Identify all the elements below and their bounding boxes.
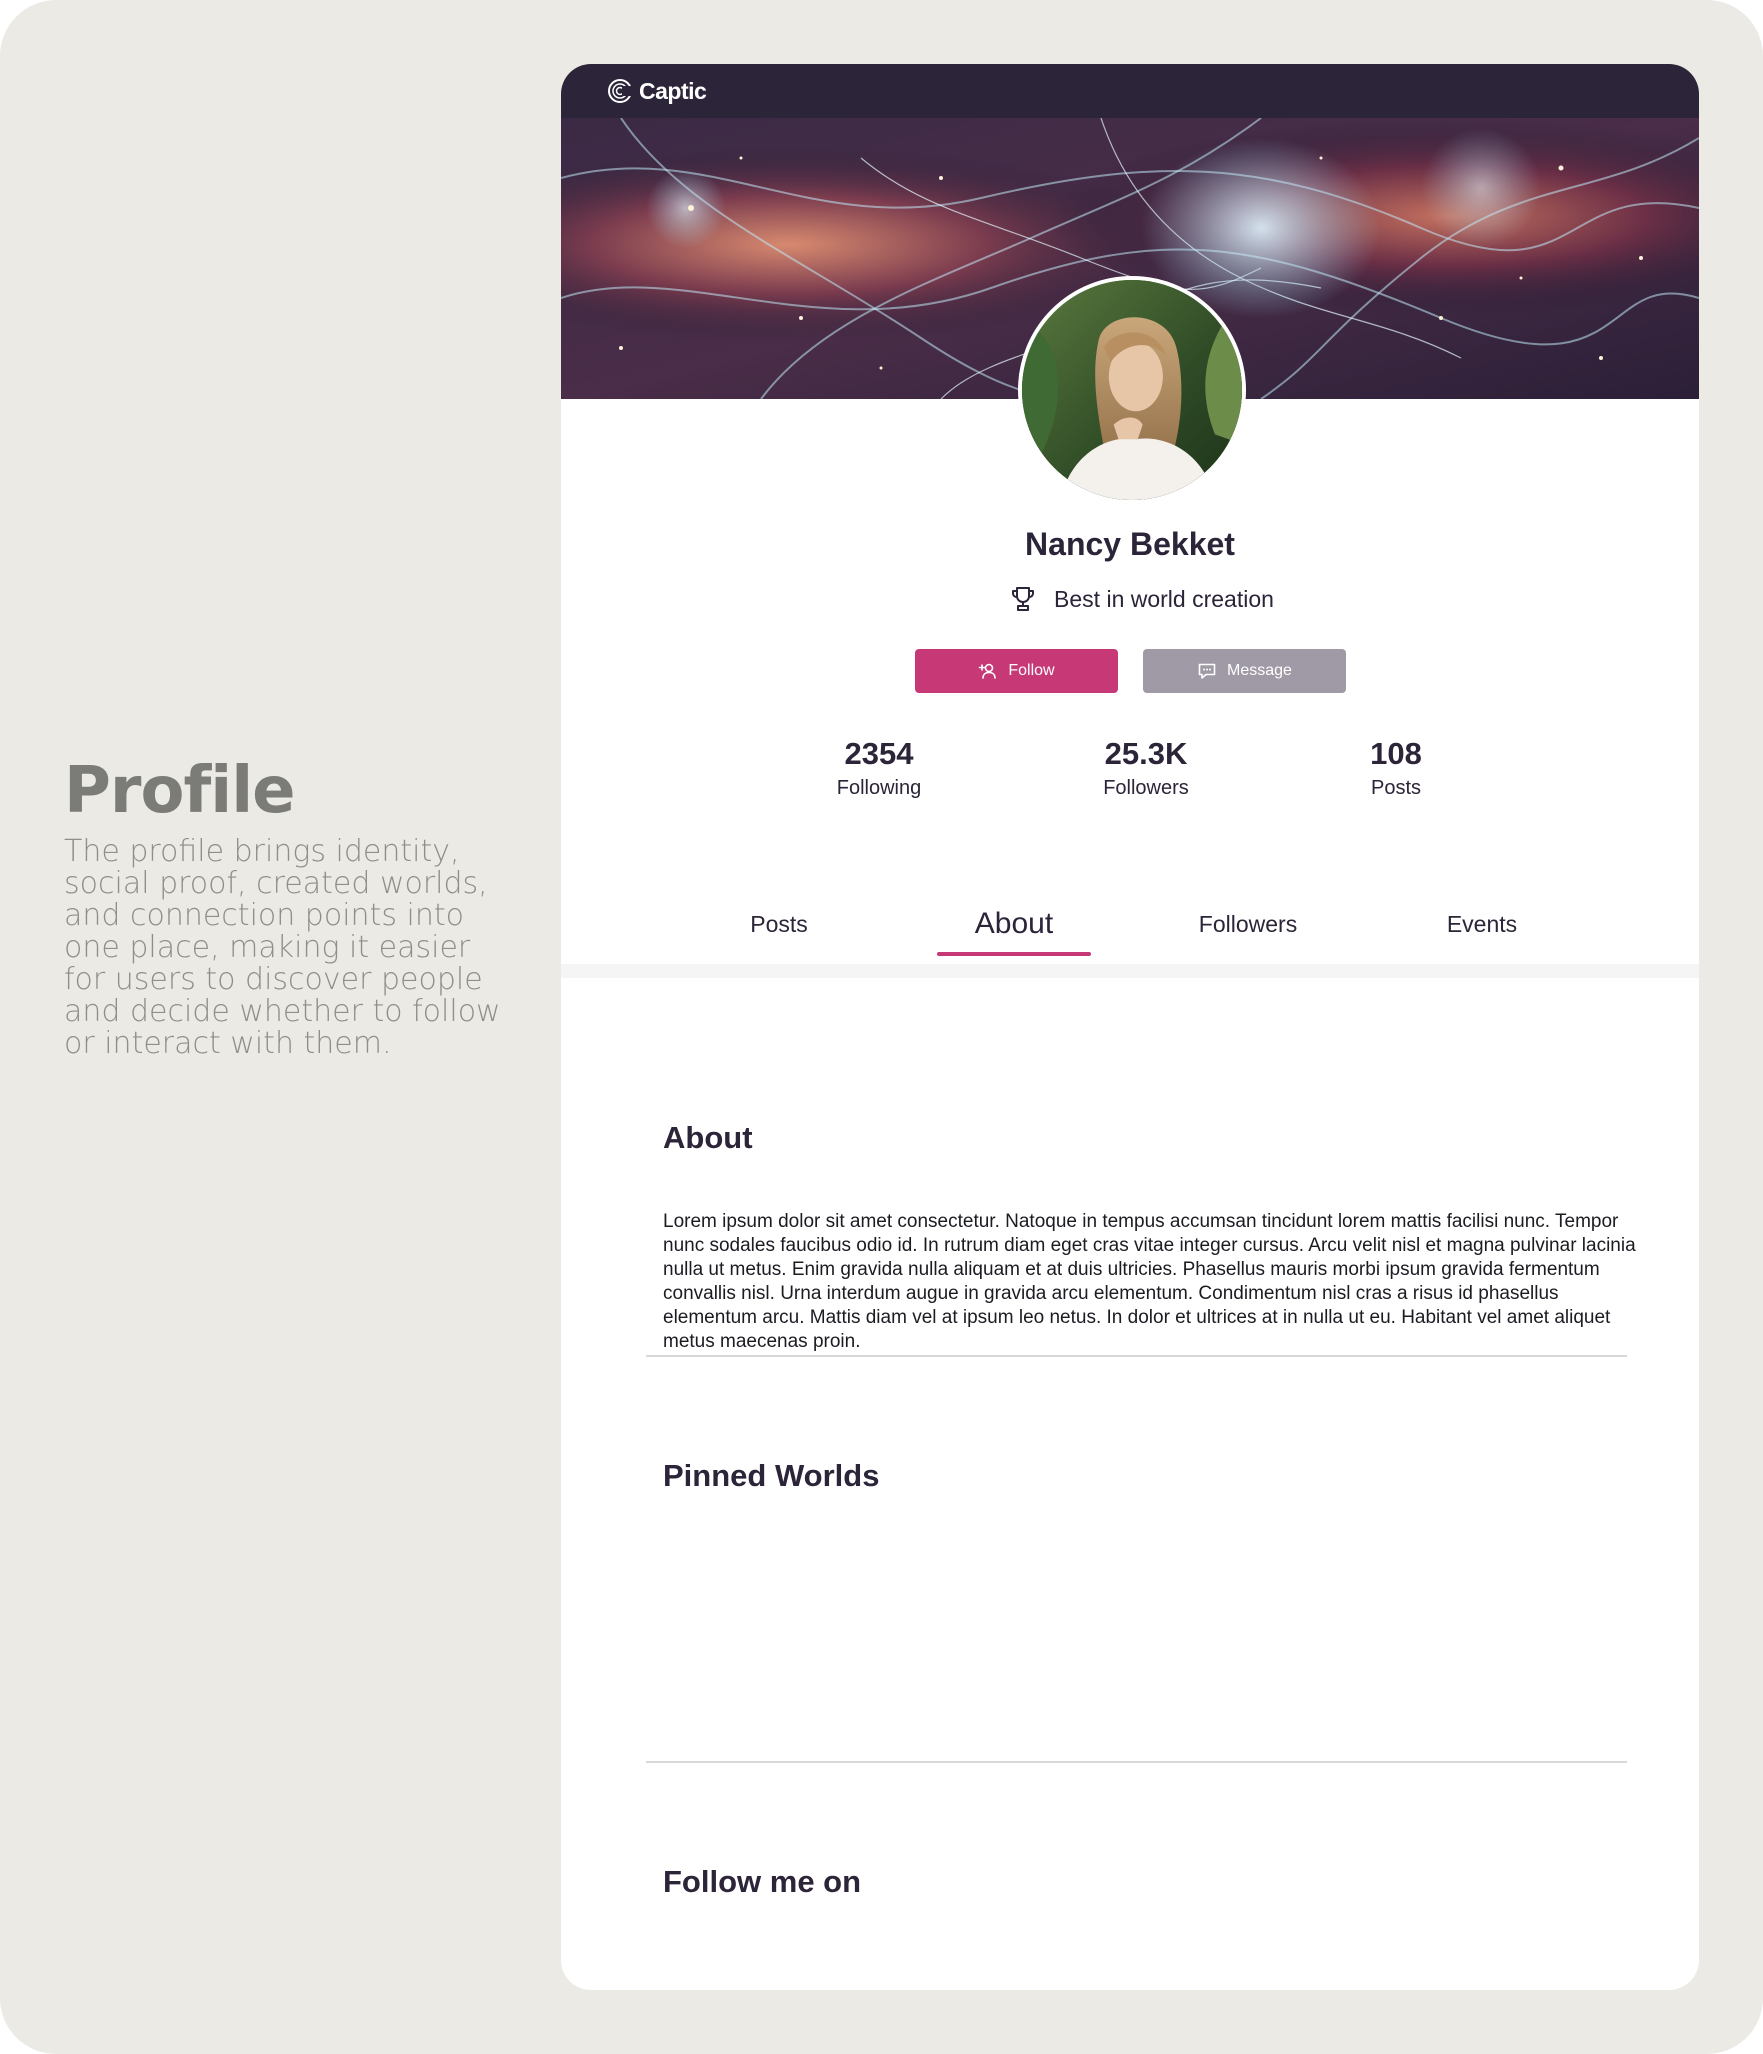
captic-logo-icon [608, 79, 633, 103]
add-user-icon [979, 663, 997, 679]
caption: Profile The profile brings identity, soc… [64, 752, 504, 1060]
stat-value: 2354 [844, 736, 914, 771]
tab-about[interactable]: About [937, 896, 1091, 956]
about-text: Lorem ipsum dolor sit amet consectetur. … [663, 1211, 1636, 1352]
trophy-icon [1012, 587, 1035, 611]
chat-icon [1198, 663, 1216, 679]
stat-label: Followers [1103, 777, 1189, 799]
message-button[interactable]: Message [1143, 649, 1346, 693]
about-title: About [663, 1120, 753, 1155]
caption-title: Profile [64, 754, 296, 828]
profile-name: Nancy Bekket [1025, 526, 1235, 562]
profile-tabs: Posts About Followers Events [561, 896, 1699, 956]
follow-label: Follow [1008, 662, 1055, 679]
profile-actions: Follow Message [915, 649, 1346, 693]
profile-stats: 2354 Following 25.3K Followers 108 Posts [561, 734, 1699, 814]
stat-label: Posts [1370, 777, 1422, 799]
stat-value: 108 [1370, 736, 1422, 771]
tab-followers[interactable]: Followers [1171, 896, 1325, 956]
section-divider [646, 1761, 1627, 1763]
badge-text: Best in world creation [1054, 585, 1274, 612]
avatar[interactable] [1018, 276, 1246, 504]
caption-description: The profile brings identity, social proo… [64, 834, 501, 1061]
follow-title: Follow me on [663, 1864, 862, 1899]
brand-logo[interactable]: Captic [607, 77, 707, 105]
message-label: Message [1227, 662, 1292, 679]
profile-screen: Captic Nancy Bekket Best in world creati… [561, 64, 1699, 1990]
stat-followers[interactable]: 25.3K Followers [1056, 734, 1236, 802]
brand-name: Captic [639, 77, 707, 104]
tab-posts[interactable]: Posts [702, 896, 856, 956]
page-frame: Profile The profile brings identity, soc… [0, 0, 1763, 2054]
stat-posts[interactable]: 108 Posts [1306, 734, 1486, 802]
stat-following[interactable]: 2354 Following [789, 734, 969, 802]
stat-label: Following [836, 777, 922, 799]
pinned-worlds-list [663, 1482, 1699, 1722]
profile-badge: Best in world creation [561, 584, 1699, 614]
follow-button[interactable]: Follow [915, 649, 1118, 693]
top-bar: Captic [561, 64, 1699, 118]
stat-value: 25.3K [1104, 736, 1188, 771]
section-divider [646, 1355, 1627, 1357]
tab-events[interactable]: Events [1405, 896, 1559, 956]
tab-divider [561, 964, 1699, 978]
